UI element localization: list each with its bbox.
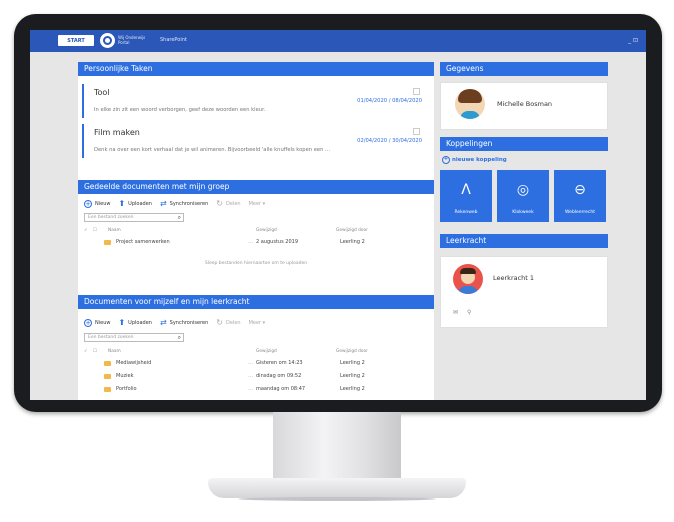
my-column-headers: ✓ ☐ Naam Gewijzigd Gewijzigd door [84, 349, 368, 354]
upload-icon: ⬆ [118, 318, 126, 327]
shared-docs-header: Gedeelde documenten met mijn groep [78, 180, 434, 194]
upload-icon: ⬆ [118, 199, 126, 208]
main-panel: Persoonlijke Taken Tool 01/04/2020 / 08/… [78, 62, 434, 400]
klokweek-icon: ◎ [516, 182, 530, 198]
plus-circle-icon: + [442, 156, 450, 164]
upload-button[interactable]: ⬆ Uploaden [118, 318, 151, 327]
leerkracht-header: Leerkracht [440, 234, 608, 248]
task-card[interactable]: Film maken 02/04/2020 / 30/04/2020 Denk … [82, 124, 426, 158]
profile-card: Michelle Bosman [440, 82, 608, 130]
monitor-stand-neck [273, 412, 401, 482]
search-icon: ⌕ [177, 214, 181, 221]
stand-shadow [238, 497, 436, 501]
table-row[interactable]: Muziek … dinsdag om 09:52 Leerling 2 [84, 373, 424, 382]
mail-icon[interactable]: ✉ [453, 309, 458, 316]
search-icon: ⌕ [177, 334, 181, 341]
gegevens-header: Gegevens [440, 62, 608, 76]
folder-icon [104, 361, 111, 366]
webleerrecht-icon: ⊖ [574, 182, 586, 198]
col-modified-by[interactable]: Gewijzigd door [336, 349, 368, 354]
task-description: In elke zin zit een woord verborgen, gee… [94, 107, 266, 113]
sync-icon: ⇄ [159, 318, 167, 327]
share-button[interactable]: ↻ Delen [216, 318, 240, 327]
more-button[interactable]: Meer ▾ [249, 201, 266, 207]
my-toolbar: + Nieuw ⬆ Uploaden ⇄ Synchroniseren ↻ Delen … [84, 318, 265, 327]
task-checkbox[interactable] [413, 128, 420, 135]
top-bar: START Wij Onderwijs Portal SharePoint _ … [30, 30, 646, 52]
task-checkbox[interactable] [413, 88, 420, 95]
task-title: Tool [94, 88, 110, 97]
right-column: Gegevens Michelle Bosman Koppelingen + n… [440, 62, 608, 400]
teacher-avatar [453, 264, 483, 294]
koppelingen-header: Koppelingen [440, 137, 608, 151]
sync-button[interactable]: ⇄ Synchroniseren [160, 318, 208, 327]
tasks-header: Persoonlijke Taken [78, 62, 434, 76]
col-modified-by[interactable]: Gewijzigd door [336, 228, 368, 233]
new-button[interactable]: + Nieuw [84, 318, 110, 327]
my-search-input[interactable]: Een bestand zoeken ⌕ [84, 333, 184, 342]
folder-icon [104, 374, 111, 379]
shared-search-input[interactable]: Een bestand zoeken ⌕ [84, 213, 184, 222]
sync-button[interactable]: ⇄ Synchroniseren [160, 199, 208, 208]
col-name[interactable]: Naam [108, 349, 121, 354]
plus-icon: + [84, 199, 92, 208]
sync-icon: ⇄ [159, 199, 167, 208]
task-title: Film maken [94, 128, 140, 137]
start-button[interactable]: START [58, 35, 94, 46]
portal-logo-icon[interactable] [100, 33, 115, 48]
monitor-stand-base [208, 478, 466, 498]
tile-webleerrecht[interactable]: ⊖ Webleerrecht [554, 170, 606, 222]
plus-icon: + [84, 318, 92, 327]
profile-name: Michelle Bosman [497, 100, 553, 108]
screen: START Wij Onderwijs Portal SharePoint _ … [30, 30, 646, 400]
col-name[interactable]: Naam [108, 228, 121, 233]
folder-icon [104, 387, 111, 392]
table-row[interactable]: Mediawijsheid … Gisteren om 14:23 Leerli… [84, 360, 424, 369]
new-button[interactable]: + Nieuw [84, 199, 110, 208]
add-link[interactable]: + nieuwe koppeling [442, 156, 507, 164]
avatar [455, 89, 485, 119]
share-icon: ↻ [216, 199, 223, 208]
task-description: Denk na over een kort verhaal dat je wil… [94, 147, 330, 153]
drop-hint: Sleep bestanden hiernaartoe om te upload… [204, 261, 308, 266]
brand-name: Wij Onderwijs Portal [118, 35, 146, 45]
table-row[interactable]: Project samenwerken … 2 augustus 2019 Le… [84, 239, 424, 248]
link-tiles: Λ Rekenweb ◎ Klokweek ⊖ Webleerrecht [440, 170, 608, 222]
task-card[interactable]: Tool 01/04/2020 / 08/04/2020 In elke zin… [82, 84, 426, 118]
teacher-name: Leerkracht 1 [493, 274, 535, 282]
col-modified[interactable]: Gewijzigd [256, 228, 277, 233]
app-title[interactable]: SharePoint [160, 37, 187, 43]
shared-toolbar: + Nieuw ⬆ Uploaden ⇄ Synchroniseren ↻ Delen … [84, 199, 265, 208]
window-controls[interactable]: _ ⊡ [628, 37, 638, 44]
col-modified[interactable]: Gewijzigd [256, 349, 277, 354]
shared-column-headers: ✓ ☐ Naam Gewijzigd Gewijzigd door [84, 228, 368, 233]
folder-icon [104, 240, 111, 245]
rekenweb-icon: Λ [461, 182, 471, 198]
task-date: 01/04/2020 / 08/04/2020 [357, 98, 422, 104]
my-docs-header: Documenten voor mijzelf en mijn leerkrac… [78, 295, 434, 309]
share-icon: ↻ [216, 318, 223, 327]
more-button[interactable]: Meer ▾ [249, 320, 266, 326]
tile-klokweek[interactable]: ◎ Klokweek [497, 170, 549, 222]
task-date: 02/04/2020 / 30/04/2020 [357, 138, 422, 144]
table-row[interactable]: Portfolio … maandag om 08:47 Leerling 2 [84, 386, 424, 395]
share-button[interactable]: ↻ Delen [216, 199, 240, 208]
upload-button[interactable]: ⬆ Uploaden [118, 199, 151, 208]
person-icon[interactable]: ⚲ [467, 309, 471, 316]
teacher-card: Leerkracht 1 ✉ ⚲ [440, 256, 608, 328]
tile-rekenweb[interactable]: Λ Rekenweb [440, 170, 492, 222]
